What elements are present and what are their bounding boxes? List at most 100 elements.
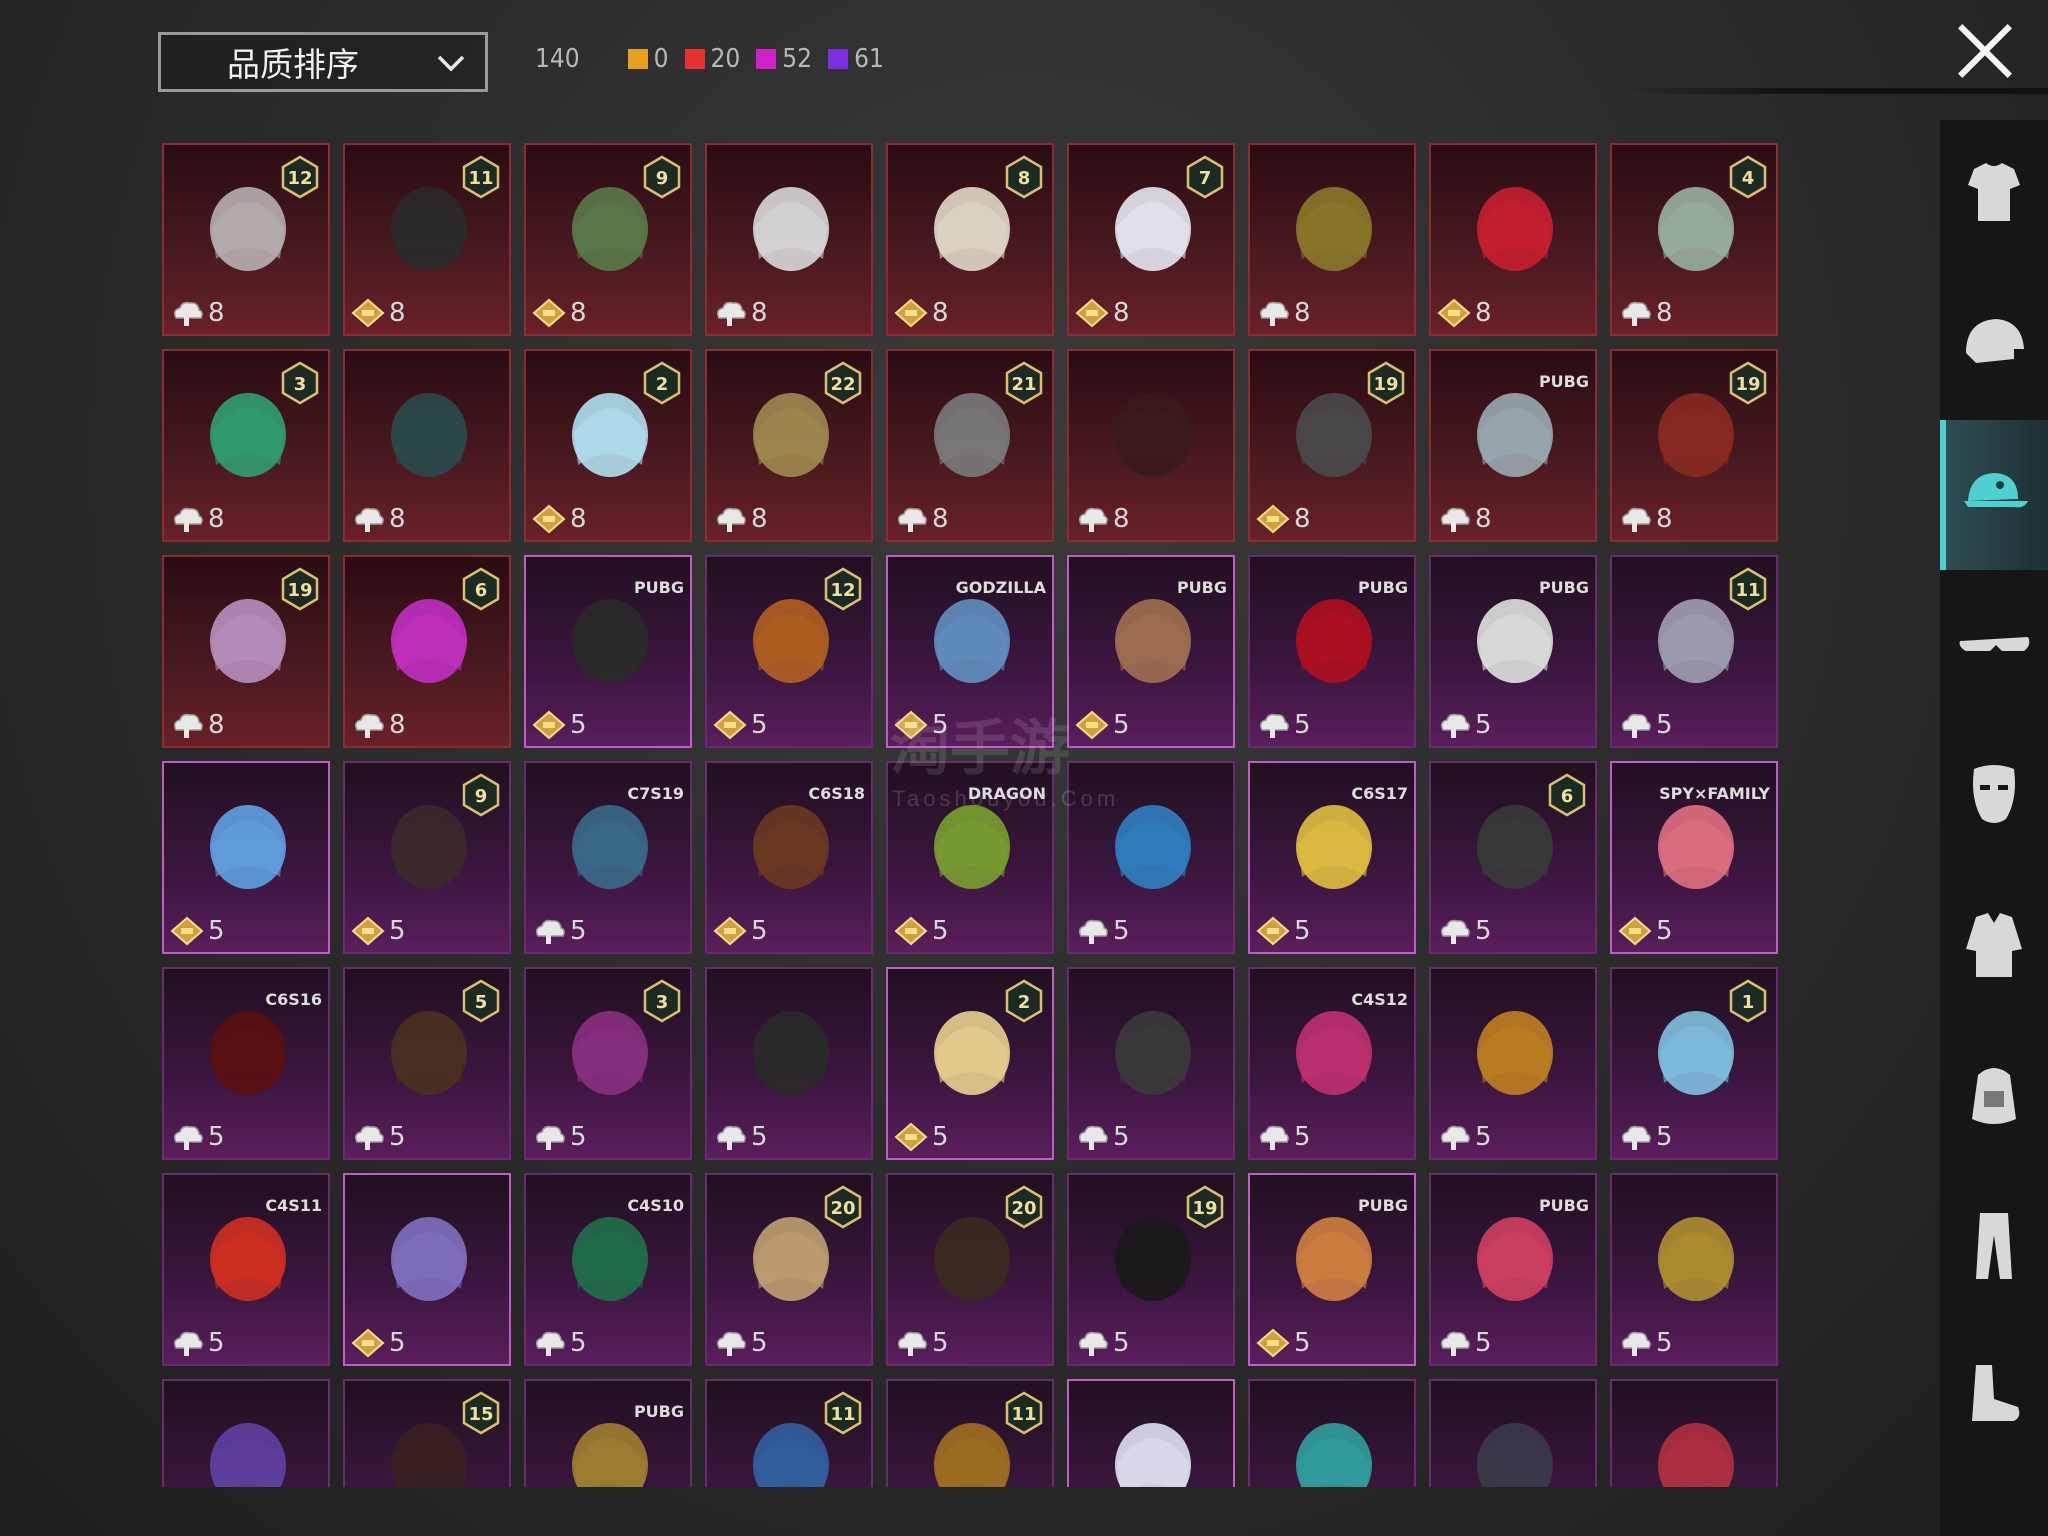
item-price-value: 5 — [932, 1122, 949, 1152]
item-card[interactable]: 38 — [162, 349, 330, 542]
item-card[interactable]: 25 — [886, 967, 1054, 1160]
item-card[interactable]: 15 — [1610, 967, 1778, 1160]
item-art — [753, 187, 829, 271]
sidebar-item-helmet[interactable] — [1940, 270, 2048, 420]
item-card[interactable]: 11 8 — [343, 143, 511, 336]
item-price-value: 5 — [1656, 1328, 1673, 1358]
item-card[interactable]: SPY×FAMILY 5 — [1610, 761, 1778, 954]
item-card[interactable]: C4S12 5 — [1248, 967, 1416, 1160]
item-card[interactable] — [162, 1379, 330, 1487]
item-card[interactable]: 11 5 — [1610, 555, 1778, 748]
item-card[interactable] — [1248, 1379, 1416, 1487]
item-card[interactable]: PUBG 5 — [1429, 1173, 1597, 1366]
item-price: 8 — [1256, 504, 1311, 534]
season-badge-icon: 11 — [824, 1391, 862, 1435]
item-price: 5 — [1075, 1328, 1130, 1358]
item-card[interactable]: PUBG 8 — [1429, 349, 1597, 542]
item-card[interactable]: PUBG 5 — [524, 555, 692, 748]
item-price: 8 — [170, 504, 225, 534]
item-card[interactable]: C6S17 5 — [1248, 761, 1416, 954]
item-card[interactable]: 68 — [343, 555, 511, 748]
item-card[interactable]: 28 — [524, 349, 692, 542]
item-price-value: 8 — [1475, 504, 1492, 534]
item-card[interactable]: 11 — [886, 1379, 1054, 1487]
item-card[interactable]: 11 — [705, 1379, 873, 1487]
collab-badge: C6S17 — [1351, 783, 1408, 803]
item-card[interactable]: C6S16 5 — [162, 967, 330, 1160]
item-price-value: 8 — [389, 504, 406, 534]
total-count: 140 — [535, 44, 580, 74]
season-badge-icon: 7 — [1186, 155, 1224, 199]
item-price-value: 8 — [570, 504, 587, 534]
item-card[interactable]: 8 — [1067, 349, 1235, 542]
item-card[interactable]: 5 — [162, 761, 330, 954]
tier-count-pink: 52 — [782, 44, 813, 74]
item-card[interactable]: 88 — [886, 143, 1054, 336]
item-card[interactable]: 21 8 — [886, 349, 1054, 542]
sidebar-item-backpack[interactable] — [1940, 1020, 2048, 1170]
item-art — [1115, 1011, 1191, 1095]
item-card[interactable]: 55 — [343, 967, 511, 1160]
item-card[interactable]: C7S19 5 — [524, 761, 692, 954]
sort-dropdown[interactable]: 品质排序 — [158, 32, 488, 92]
item-card[interactable]: 15 — [343, 1379, 511, 1487]
item-card[interactable] — [1067, 1379, 1235, 1487]
item-card[interactable]: PUBG 5 — [1429, 555, 1597, 748]
item-card[interactable]: 8 — [1248, 143, 1416, 336]
sidebar-item-pants[interactable] — [1940, 1170, 2048, 1320]
item-price: 8 — [170, 298, 225, 328]
cloud-currency-icon — [716, 1331, 746, 1356]
item-card[interactable]: PUBG — [524, 1379, 692, 1487]
sidebar-item-outfit[interactable] — [1940, 120, 2048, 270]
item-card[interactable]: C4S11 5 — [162, 1173, 330, 1366]
item-card[interactable]: 98 — [524, 143, 692, 336]
item-price: 8 — [1618, 298, 1673, 328]
item-card[interactable]: 20 5 — [886, 1173, 1054, 1366]
sidebar-item-top[interactable] — [1940, 870, 2048, 1020]
svg-text:2: 2 — [1018, 992, 1031, 1013]
item-card[interactable]: 8 — [705, 143, 873, 336]
item-card[interactable]: C6S18 5 — [705, 761, 873, 954]
sidebar-item-shoes[interactable] — [1940, 1320, 2048, 1470]
item-card[interactable] — [1610, 1379, 1778, 1487]
item-card[interactable]: 19 5 — [1067, 1173, 1235, 1366]
item-card[interactable]: 5 — [705, 967, 873, 1160]
item-card[interactable]: PUBG 5 — [1248, 1173, 1416, 1366]
svg-text:11: 11 — [1735, 580, 1760, 601]
item-card[interactable]: 5 — [343, 1173, 511, 1366]
close-icon[interactable] — [1954, 20, 2016, 82]
item-card[interactable]: 48 — [1610, 143, 1778, 336]
item-card[interactable]: 5 — [1067, 967, 1235, 1160]
item-card[interactable]: 95 — [343, 761, 511, 954]
item-card[interactable]: 12 5 — [705, 555, 873, 748]
item-card[interactable] — [1429, 1379, 1597, 1487]
backpack-icon — [1972, 1068, 2016, 1124]
item-card[interactable]: 5 — [1429, 967, 1597, 1160]
sidebar-item-glasses[interactable] — [1940, 570, 2048, 720]
sidebar-item-mask[interactable] — [1940, 720, 2048, 870]
item-card[interactable]: 19 8 — [1248, 349, 1416, 542]
item-card[interactable]: 19 8 — [1610, 349, 1778, 542]
cloud-currency-icon — [716, 507, 746, 532]
item-card[interactable]: 19 8 — [162, 555, 330, 748]
item-card[interactable]: 22 8 — [705, 349, 873, 542]
item-card[interactable]: 5 — [1610, 1173, 1778, 1366]
item-card[interactable]: 20 5 — [705, 1173, 873, 1366]
item-card[interactable]: 12 8 — [162, 143, 330, 336]
item-card[interactable]: 8 — [343, 349, 511, 542]
cloud-currency-icon — [1078, 1331, 1108, 1356]
item-card[interactable]: 35 — [524, 967, 692, 1160]
item-price: 8 — [1437, 298, 1492, 328]
item-art — [1658, 1217, 1734, 1301]
jacket-icon — [1966, 913, 2022, 977]
item-card[interactable]: 78 — [1067, 143, 1235, 336]
item-card[interactable]: PUBG 5 — [1248, 555, 1416, 748]
item-price-value: 8 — [1113, 504, 1130, 534]
item-card[interactable]: PUBG 5 — [1067, 555, 1235, 748]
sidebar-item-headwear[interactable] — [1940, 420, 2048, 570]
item-card[interactable]: 8 — [1429, 143, 1597, 336]
collab-badge: C7S19 — [627, 783, 684, 803]
item-card[interactable]: 65 — [1429, 761, 1597, 954]
season-badge-icon: 22 — [824, 361, 862, 405]
item-card[interactable]: C4S10 5 — [524, 1173, 692, 1366]
